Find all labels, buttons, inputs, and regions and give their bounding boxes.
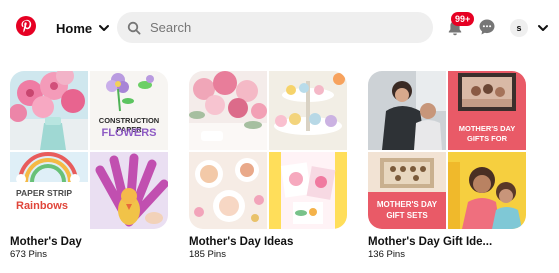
search-input[interactable] <box>150 20 410 35</box>
search-bar[interactable] <box>117 12 433 43</box>
board-card-mothers-day-gift-ideas[interactable]: MOTHER'S DAY GIFTS FOR MOTHER'S DAY GIFT… <box>368 71 526 260</box>
chat-bubble-icon[interactable] <box>478 18 496 36</box>
cover-text-rainbows: Rainbows <box>16 200 68 212</box>
account-menu-chevron-icon[interactable] <box>537 22 549 34</box>
pinterest-logo-icon[interactable] <box>16 16 36 36</box>
gift-guide-picture-frame-image: MOTHER'S DAY GIFTS FOR <box>448 71 526 150</box>
flower-arrangement-table-image <box>189 71 267 150</box>
user-avatar[interactable]: s <box>510 19 528 37</box>
board-title[interactable]: Mother's Day Gift Ide... <box>368 236 526 248</box>
home-label: Home <box>56 20 93 36</box>
board-pin-count: 185 Pins <box>189 249 226 260</box>
board-cover-collage[interactable] <box>189 71 347 229</box>
board-card-mothers-day-ideas[interactable]: Mother's Day Ideas 185 Pins <box>189 71 347 260</box>
search-icon <box>127 21 141 34</box>
people-at-home-photo <box>368 71 446 150</box>
board-cover-collage[interactable]: MOTHER'S DAY GIFTS FOR MOTHER'S DAY GIFT… <box>368 71 526 229</box>
construction-paper-flowers-image: CONSTRUCTION PAPER FLOWERS <box>90 71 168 150</box>
board-title[interactable]: Mother's Day Ideas <box>189 236 347 248</box>
pink-flowers-in-vase-image <box>10 71 88 150</box>
handprint-crafts-image <box>90 152 168 229</box>
board-card-mothers-day[interactable]: CONSTRUCTION PAPER FLOWERS PAPER STRIP R… <box>10 71 168 260</box>
cover-text-gift-sets: MOTHER'S DAY GIFT SETS <box>376 200 438 220</box>
board-pin-count: 136 Pins <box>368 249 405 260</box>
top-navigation-bar: Home 99+ s <box>0 0 559 56</box>
board-pin-count: 673 Pins <box>10 249 47 260</box>
table-setting-image <box>189 152 267 229</box>
mother-and-daughter-photo <box>448 152 526 229</box>
cover-text-flowers: FLOWERS <box>101 127 157 139</box>
board-title[interactable]: Mother's Day <box>10 236 168 248</box>
notification-count-badge: 99+ <box>451 12 475 26</box>
dessert-tiered-stand-image <box>269 71 347 150</box>
greeting-cards-image <box>269 152 347 229</box>
board-cover-collage[interactable]: CONSTRUCTION PAPER FLOWERS PAPER STRIP R… <box>10 71 168 229</box>
gift-sets-image: MOTHER'S DAY GIFT SETS <box>368 152 446 229</box>
chevron-down-icon <box>99 25 110 31</box>
cover-text-paper-strip: PAPER STRIP <box>16 188 73 198</box>
cover-text-gifts-for: MOTHER'S DAY GIFTS FOR <box>458 124 516 143</box>
paper-strip-rainbows-image: PAPER STRIP Rainbows <box>10 152 88 229</box>
home-dropdown-button[interactable]: Home <box>56 18 110 38</box>
